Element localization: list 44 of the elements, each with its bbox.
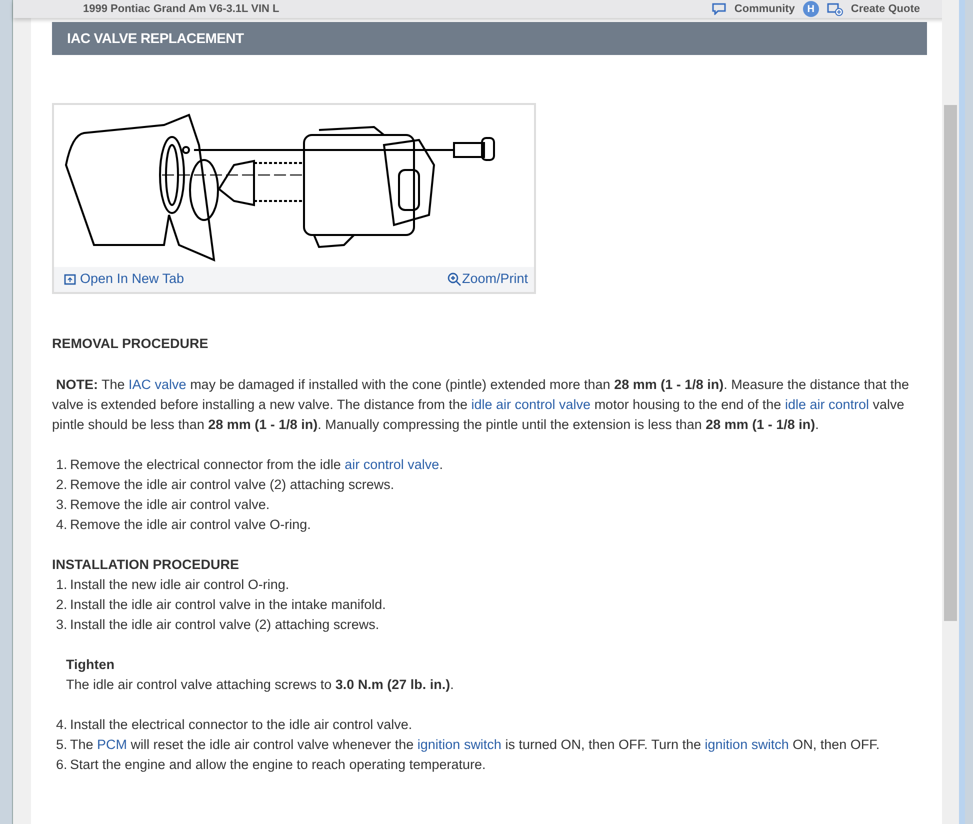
step-number: 1. <box>55 456 68 474</box>
procedure-heading: REMOVAL PROCEDURE <box>52 335 210 354</box>
step-text: Remove the electrical connector from the idle air control valve. <box>70 456 443 474</box>
step-text: The PCM will reset the idle air control valve whenever the ignition switch is turned ON, then OFF. Turn the ignition switch ON, then OFF. <box>70 736 880 754</box>
step-number: 4. <box>55 716 68 734</box>
step-number: 3. <box>55 616 68 634</box>
section-title: IAC VALVE REPLACEMENT <box>52 22 927 55</box>
text-link[interactable]: ignition switch <box>704 736 789 752</box>
step-number: 2. <box>55 596 68 614</box>
zoom-print-link[interactable]: Zoom/Print <box>446 269 528 290</box>
scrollbar-thumb[interactable] <box>944 105 957 621</box>
text-link[interactable]: idle air control <box>784 396 869 412</box>
procedure-heading: INSTALLATION PROCEDURE <box>52 556 240 574</box>
step-text: Start the engine and allow the engine to reach operating temperature. <box>70 756 486 774</box>
torque-text: The idle air control valve attaching screws to 3.0 N.m (27 lb. in.). <box>66 676 455 694</box>
chat-icon <box>712 3 726 15</box>
step-number: 6. <box>55 756 68 774</box>
step-text: Install the electrical connector to the idle air control valve. <box>70 716 412 734</box>
tighten-heading: Tighten <box>66 656 116 674</box>
step-text: Remove the idle air control valve (2) attaching screws. <box>70 476 394 494</box>
zoom-in-icon <box>446 272 462 286</box>
step-text: Remove the idle air control valve. <box>70 496 270 514</box>
step-number: 3. <box>55 496 68 514</box>
step-number: 4. <box>55 516 68 534</box>
text-link[interactable]: ignition switch <box>417 736 502 752</box>
step-number: 1. <box>55 576 68 594</box>
step-text: Remove the idle air control valve O-ring. <box>70 516 311 534</box>
step-number: 2. <box>55 476 68 494</box>
text-link[interactable]: PCM <box>97 736 128 752</box>
community-link[interactable]: Community <box>734 0 795 18</box>
step-text: Install the new idle air control O-ring. <box>70 576 290 594</box>
step-text: Install the idle air control valve (2) attaching screws. <box>70 616 380 634</box>
quote-icon <box>826 2 843 16</box>
create-quote-link[interactable]: Create Quote <box>850 0 920 18</box>
step-number: 5. <box>55 736 68 754</box>
step-text: Install the idle air control valve in the intake manifold. <box>70 596 386 614</box>
note-paragraph: NOTE: The IAC valve may be damaged if installed with the cone (pintle) extended more than 28 mm (1 - 1/8 in). Measure the distance that the valve is extended before installing a new valve. The distance from the idle air control valve motor housing to the end of the idle air control valve pintle should be less than 28 mm (1 - 1/8 in). Manually compressing the pintle until the extension is less than 28 mm (1 - 1/8 in). <box>52 376 910 434</box>
user-avatar[interactable]: H <box>802 1 819 17</box>
open-in-new-tab-link[interactable]: Open In New Tab <box>64 269 184 290</box>
text-link[interactable]: air control valve <box>344 456 440 472</box>
vehicle-title: 1999 Pontiac Grand Am V6-3.1L VIN L <box>83 2 280 17</box>
new-tab-icon <box>64 274 76 285</box>
text-link[interactable]: idle air control valve <box>471 396 591 412</box>
text-link[interactable]: IAC valve <box>128 376 186 392</box>
